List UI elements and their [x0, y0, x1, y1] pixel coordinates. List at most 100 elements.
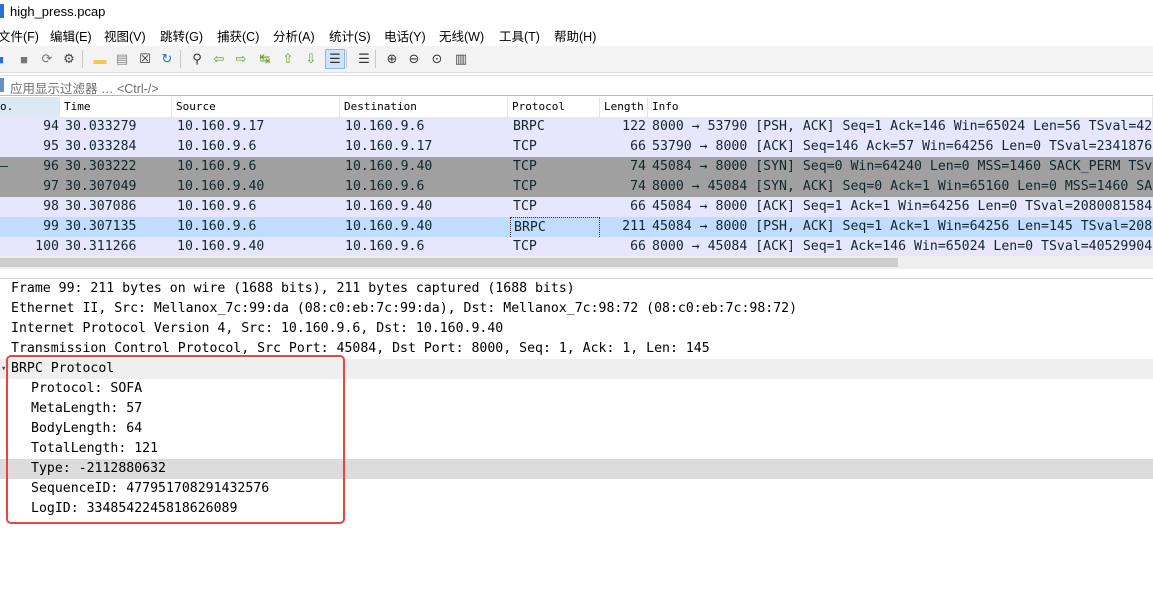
packet-row[interactable]: 95 30.033284 10.160.9.6 10.160.9.17 TCP 66 537… [0, 137, 1153, 157]
packet-destination: 10.160.9.40 [345, 219, 433, 234]
packet-destination: 10.160.9.6 [345, 179, 425, 194]
column-header-1[interactable]: Time [60, 97, 172, 117]
toolbar-separator-1 [180, 50, 181, 68]
menu-item-2[interactable]: 视图(V) [104, 26, 146, 45]
packet-row[interactable]: 98 30.307086 10.160.9.6 10.160.9.40 TCP 66 450… [0, 197, 1153, 217]
main-toolbar: ■■⟳⚙▬▤☒↻⚲⇦⇨↹⇧⇩☰☰⊕⊖⊙▥ [0, 46, 1153, 73]
packet-info: 53790 → 8000 [ACK] Seq=146 Ack=57 Win=64… [652, 139, 1153, 154]
packet-source: 10.160.9.40 [177, 239, 265, 254]
packet-time: 30.307135 [65, 219, 137, 234]
packet-source: 10.160.9.6 [177, 199, 257, 214]
restart-capture-icon[interactable]: ⟳ [37, 49, 57, 69]
packet-info: 8000 → 53790 [PSH, ACK] Seq=1 Ack=146 Wi… [652, 119, 1153, 134]
packet-row[interactable]: –96 30.303222 10.160.9.6 10.160.9.40 TCP 74 45… [0, 157, 1153, 177]
packet-source: 10.160.9.6 [177, 219, 257, 234]
column-header-4[interactable]: Protocol [508, 97, 600, 117]
go-to-packet-icon[interactable]: ↹ [255, 49, 275, 69]
packet-protocol: TCP [513, 159, 537, 174]
menu-item-3[interactable]: 跳转(G) [160, 26, 203, 45]
packet-row[interactable]: 94 30.033279 10.160.9.17 10.160.9.6 BRPC 122 8… [0, 117, 1153, 137]
zoom-in-icon[interactable]: ⊕ [382, 49, 402, 69]
packet-protocol: BRPC [513, 119, 545, 134]
display-filter-bar[interactable]: 应用显示过滤器 … <Ctrl-/> [0, 75, 1153, 96]
menu-bar: 文件(F) 编辑(E) 视图(V) 跳转(G) 捕获(C) 分析(A) 统计(S) 电话(Y)… [0, 24, 1153, 44]
title-bar: high_press.pcap [0, 0, 1153, 23]
scrollbar-thumb[interactable] [0, 258, 898, 267]
menu-item-0[interactable]: 文件(F) [0, 26, 39, 45]
detail-tree-item[interactable]: Internet Protocol Version 4, Src: 10.160… [0, 319, 1153, 339]
go-forward-icon[interactable]: ⇨ [231, 49, 251, 69]
detail-tree-item[interactable]: Frame 99: 211 bytes on wire (1688 bits),… [0, 279, 1153, 299]
open-file-icon[interactable]: ▬ [90, 49, 110, 69]
close-file-icon[interactable]: ☒ [135, 49, 155, 69]
go-back-icon[interactable]: ⇦ [209, 49, 229, 69]
capture-options-icon[interactable]: ⚙ [59, 49, 79, 69]
packet-destination: 10.160.9.6 [345, 119, 425, 134]
packet-number: 94 [43, 119, 59, 134]
column-header-3[interactable]: Destination [340, 97, 508, 117]
menu-item-4[interactable]: 捕获(C) [217, 26, 259, 45]
bookmark-filter-icon[interactable] [0, 78, 4, 92]
go-last-icon[interactable]: ⇩ [301, 49, 321, 69]
toolbar-separator-0 [82, 50, 83, 68]
start-capture-icon[interactable]: ■ [0, 49, 10, 69]
packet-protocol: TCP [513, 139, 537, 154]
save-file-icon[interactable]: ▤ [112, 49, 132, 69]
column-header-5[interactable]: Length [600, 97, 648, 117]
packet-info: 45084 → 8000 [PSH, ACK] Seq=1 Ack=1 Win=… [652, 219, 1153, 234]
reload-file-icon[interactable]: ↻ [157, 49, 177, 69]
packet-length: 74 [630, 179, 646, 194]
packet-info: 8000 → 45084 [ACK] Seq=1 Ack=146 Win=650… [652, 239, 1153, 254]
packet-protocol: TCP [513, 179, 537, 194]
packet-length: 66 [630, 239, 646, 254]
detail-item-text: Frame 99: 211 bytes on wire (1688 bits),… [11, 281, 575, 296]
packet-destination: 10.160.9.40 [345, 159, 433, 174]
packet-protocol: TCP [513, 199, 537, 214]
annotation-highlight-box [6, 355, 345, 524]
toolbar-separator-2 [346, 50, 347, 68]
packet-row[interactable]: 97 30.307049 10.160.9.40 10.160.9.6 TCP 74 800… [0, 177, 1153, 197]
app-icon [0, 4, 4, 18]
detail-tree-item[interactable]: Ethernet II, Src: Mellanox_7c:99:da (08:… [0, 299, 1153, 319]
detail-item-text: Internet Protocol Version 4, Src: 10.160… [11, 321, 504, 336]
zoom-out-icon[interactable]: ⊖ [404, 49, 424, 69]
packet-length: 74 [630, 159, 646, 174]
packet-destination: 10.160.9.6 [345, 239, 425, 254]
packet-number: 100 [35, 239, 59, 254]
menu-item-1[interactable]: 编辑(E) [50, 26, 92, 45]
packet-protocol: TCP [513, 239, 537, 254]
detail-item-text: Ethernet II, Src: Mellanox_7c:99:da (08:… [11, 301, 798, 316]
packet-time: 30.307049 [65, 179, 137, 194]
packet-protocol: BRPC [510, 217, 600, 237]
packet-number: 97 [43, 179, 59, 194]
packet-row[interactable]: 99 30.307135 10.160.9.6 10.160.9.40 BRPC 211 4… [0, 217, 1153, 237]
resize-columns-icon[interactable]: ▥ [451, 49, 471, 69]
menu-item-10[interactable]: 帮助(H) [554, 26, 596, 45]
stop-capture-icon[interactable]: ■ [14, 49, 34, 69]
colorize-icon[interactable]: ☰ [354, 49, 374, 69]
column-header-6[interactable]: Info [648, 97, 1153, 117]
packet-list-hscrollbar[interactable] [0, 256, 1153, 269]
packet-source: 10.160.9.40 [177, 179, 265, 194]
autoscroll-icon[interactable]: ☰ [325, 49, 345, 69]
packet-number: 96 [43, 159, 59, 174]
column-header-0[interactable]: o. [0, 97, 60, 117]
menu-item-6[interactable]: 统计(S) [329, 26, 371, 45]
display-filter-input[interactable]: 应用显示过滤器 … <Ctrl-/> [10, 78, 159, 97]
packet-info: 45084 → 8000 [ACK] Seq=1 Ack=1 Win=64256… [652, 199, 1153, 214]
packet-number: 95 [43, 139, 59, 154]
menu-item-9[interactable]: 工具(T) [499, 26, 540, 45]
menu-item-7[interactable]: 电话(Y) [384, 26, 426, 45]
zoom-normal-icon[interactable]: ⊙ [427, 49, 447, 69]
packet-row[interactable]: 100 30.311266 10.160.9.40 10.160.9.6 TCP 66 80… [0, 237, 1153, 257]
menu-item-5[interactable]: 分析(A) [273, 26, 315, 45]
go-first-icon[interactable]: ⇧ [278, 49, 298, 69]
packet-source: 10.160.9.6 [177, 159, 257, 174]
packet-number: 99 [43, 219, 59, 234]
packet-time: 30.303222 [65, 159, 137, 174]
packet-source: 10.160.9.6 [177, 139, 257, 154]
toolbar-separator-3 [375, 50, 376, 68]
find-packet-icon[interactable]: ⚲ [187, 49, 207, 69]
column-header-2[interactable]: Source [172, 97, 340, 117]
menu-item-8[interactable]: 无线(W) [439, 26, 484, 45]
